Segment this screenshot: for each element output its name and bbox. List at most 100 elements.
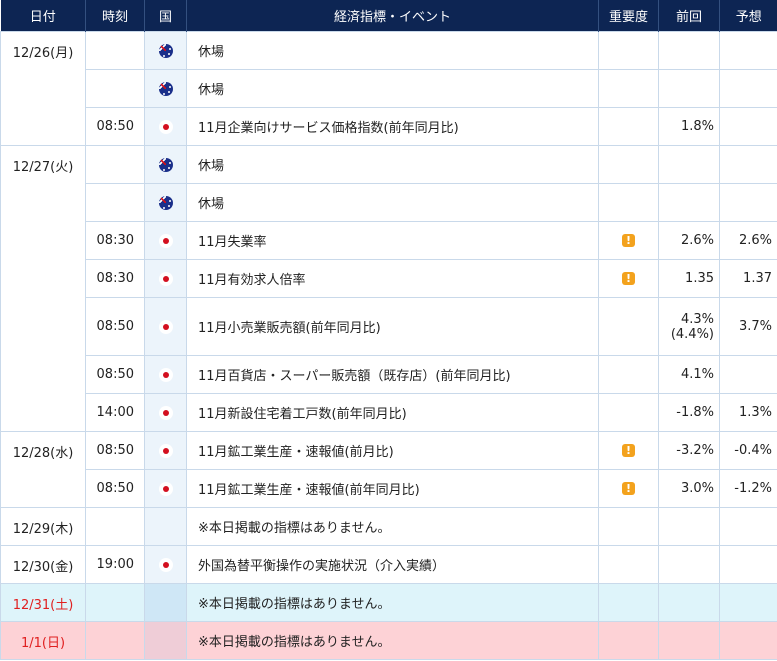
header-forecast: 予想	[719, 0, 777, 32]
table-row: 休場	[1, 69, 777, 108]
date-cell: 12/31(土)	[0, 583, 86, 622]
previous-value: -3.2%	[676, 443, 714, 458]
previous-cell: 4.1%	[658, 355, 720, 394]
date-cell: 12/28(水)	[0, 431, 86, 508]
table-row: 12/29(木) ※本日掲載の指標はありません。	[0, 507, 777, 546]
country-cell	[144, 431, 187, 470]
date-cell: 1/1(日)	[0, 621, 86, 660]
japan-flag-icon	[158, 443, 173, 458]
country-cell	[144, 583, 187, 622]
previous-value: 4.3%	[680, 311, 714, 327]
previous-cell	[658, 69, 720, 108]
importance-cell: !	[598, 431, 659, 470]
forecast-cell	[719, 31, 777, 70]
date-cell: 12/27(火)	[0, 145, 86, 432]
previous-cell: -1.8%	[658, 393, 720, 432]
country-cell	[144, 393, 187, 432]
event-cell: 11月鉱工業生産・速報値(前月比)	[186, 431, 599, 470]
table-row: 12/31(土) ※本日掲載の指標はありません。	[0, 583, 777, 622]
table-row: 12/27(火) 休場	[0, 145, 777, 432]
japan-flag-icon	[158, 271, 173, 286]
importance-cell	[598, 107, 659, 146]
importance-alert-icon: !	[622, 272, 635, 285]
time-cell: 14:00	[85, 393, 145, 432]
previous-cell: 3.0%	[658, 469, 720, 508]
country-cell	[144, 545, 187, 584]
economic-calendar-table: 日付 時刻 国 経済指標・イベント 重要度 前回 予想 12/26(月) 休場 休場…	[0, 0, 777, 660]
table-row: 12/30(金) 19:00 外国為替平衡操作の実施状況（介入実績）	[0, 545, 777, 584]
table-row: 14:00 11月新設住宅着工戸数(前年同月比) -1.8% 1.3%	[1, 393, 777, 432]
importance-cell	[598, 507, 659, 546]
forecast-cell	[719, 69, 777, 108]
table-row: 08:50 11月企業向けサービス価格指数(前年同月比) 1.8%	[1, 107, 777, 146]
event-cell: 休場	[186, 145, 599, 184]
forecast-cell	[719, 507, 777, 546]
country-cell	[144, 107, 187, 146]
previous-value: 2.6%	[680, 233, 714, 248]
table-header-row: 日付 時刻 国 経済指標・イベント 重要度 前回 予想	[0, 0, 777, 32]
table-row: 08:30 11月有効求人倍率! 1.35 1.37	[1, 259, 777, 298]
time-cell	[85, 69, 145, 108]
importance-alert-icon: !	[622, 234, 635, 247]
previous-revised-value: (4.4%)	[670, 326, 714, 342]
table-row: 12/26(月) 休場	[0, 31, 777, 146]
table-row: 12/28(水) 08:50 11月鉱工業生産・速報値(前月比)! -3.2% -0.4…	[0, 431, 777, 508]
importance-alert-icon: !	[622, 482, 635, 495]
date-cell: 12/29(木)	[0, 507, 86, 546]
event-cell: 休場	[186, 183, 599, 222]
previous-cell	[658, 583, 720, 622]
country-cell	[144, 355, 187, 394]
country-cell	[144, 145, 187, 184]
australia-flag-icon	[158, 195, 173, 210]
previous-cell	[658, 507, 720, 546]
event-cell: 休場	[186, 31, 599, 70]
date-cell: 12/30(金)	[0, 545, 86, 584]
time-cell: 08:50	[85, 355, 145, 394]
time-cell: 19:00	[85, 545, 145, 584]
japan-flag-icon	[158, 405, 173, 420]
previous-cell: -3.2%	[658, 431, 720, 470]
forecast-cell: 2.6%	[719, 221, 777, 260]
previous-cell: 2.6%	[658, 221, 720, 260]
importance-cell: !	[598, 469, 659, 508]
previous-value: 4.1%	[680, 367, 714, 382]
forecast-cell: -0.4%	[719, 431, 777, 470]
time-cell	[85, 583, 145, 622]
header-previous: 前回	[658, 0, 720, 32]
event-cell: 休場	[186, 69, 599, 108]
event-cell: ※本日掲載の指標はありません。	[186, 621, 599, 660]
time-cell: 08:50	[85, 107, 145, 146]
importance-alert-icon: !	[622, 444, 635, 457]
forecast-cell	[719, 183, 777, 222]
australia-flag-icon	[158, 157, 173, 172]
japan-flag-icon	[158, 119, 173, 134]
importance-cell	[598, 31, 659, 70]
header-importance: 重要度	[598, 0, 659, 32]
event-cell: 11月新設住宅着工戸数(前年同月比)	[186, 393, 599, 432]
time-cell	[85, 31, 145, 70]
importance-cell	[598, 393, 659, 432]
japan-flag-icon	[158, 367, 173, 382]
event-cell: 外国為替平衡操作の実施状況（介入実績）	[186, 545, 599, 584]
time-cell: 08:50	[85, 297, 145, 356]
australia-flag-icon	[158, 43, 173, 58]
country-cell	[144, 31, 187, 70]
importance-cell	[598, 355, 659, 394]
importance-cell	[598, 145, 659, 184]
previous-cell: 4.3% (4.4%)	[658, 297, 720, 356]
header-event: 経済指標・イベント	[186, 0, 599, 32]
time-cell: 08:50	[85, 469, 145, 508]
importance-cell	[598, 621, 659, 660]
header-date: 日付	[0, 0, 86, 32]
country-cell	[144, 69, 187, 108]
date-cell: 12/26(月)	[0, 31, 86, 146]
table-row: 08:50 11月鉱工業生産・速報値(前年同月比)! 3.0% -1.2%	[1, 469, 777, 508]
importance-cell	[598, 583, 659, 622]
forecast-cell: 1.37	[719, 259, 777, 298]
previous-cell: 1.35	[658, 259, 720, 298]
event-cell: ※本日掲載の指標はありません。	[186, 507, 599, 546]
event-cell: ※本日掲載の指標はありません。	[186, 583, 599, 622]
time-cell	[85, 621, 145, 660]
importance-cell	[598, 183, 659, 222]
japan-flag-icon	[158, 557, 173, 572]
